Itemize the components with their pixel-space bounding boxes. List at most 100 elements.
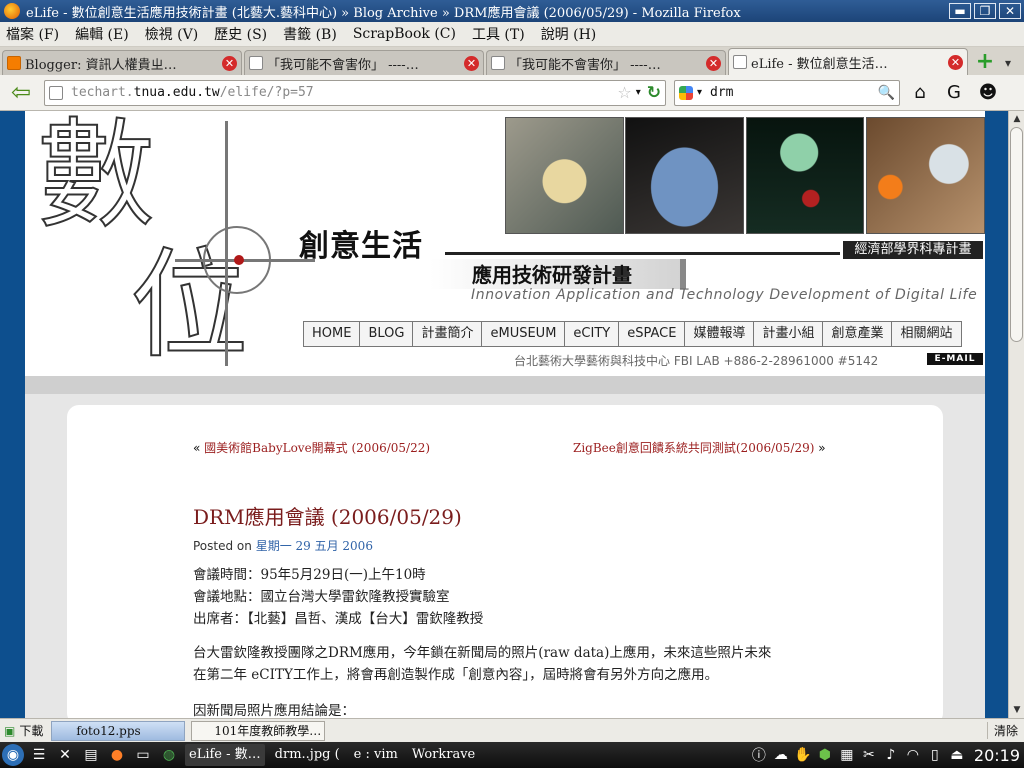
google-icon[interactable] [679, 85, 693, 100]
header-photo-installation [746, 117, 864, 234]
taskbar-window-image[interactable]: drm..jpg ( [271, 744, 344, 766]
nav-ecity[interactable]: eCITY [565, 322, 620, 346]
url-history-dropdown-icon[interactable]: ▾ [636, 87, 641, 98]
taskbar-window-firefox[interactable]: eLife - 數… [185, 744, 265, 766]
next-post-link[interactable]: ZigBee創意回饋系統共同測試(2006/05/29) [573, 441, 814, 455]
keyboard-layout-icon[interactable]: ▦ [837, 747, 857, 763]
bookmark-star-icon[interactable]: ☆ [617, 83, 631, 102]
site-subtitle: 應用技術研發計畫 [472, 263, 632, 287]
tab-list-chevron-icon[interactable]: ▾ [998, 51, 1018, 75]
taskbar-window-vim[interactable]: e : vim [350, 744, 402, 766]
terminal-icon[interactable]: ▭ [132, 744, 154, 766]
search-bar[interactable]: ▾ drm 🔍 [674, 79, 900, 106]
downloads-button[interactable]: ▣ 下載 [4, 722, 43, 739]
scissors-icon[interactable]: ✂ [859, 747, 879, 763]
scroll-down-icon[interactable]: ▼ [1009, 702, 1024, 718]
page-viewport: 數 位 創意生活 經濟部學界科專計畫 應用技術研發計畫 Innovation A… [0, 111, 1024, 718]
os-taskbar: ◉ ☰ ✕ ▤ ● ▭ ◍ eLife - 數… drm..jpg ( e : … [0, 742, 1024, 768]
tab-close-icon[interactable]: ✕ [706, 55, 721, 71]
tab-label: Blogger: 資訊人權貴ㄓ… [25, 57, 177, 73]
header-photo-projection [625, 117, 744, 234]
tab-article-2[interactable]: 「我可能不會害你」 ----… ✕ [486, 50, 726, 75]
firefox-launcher-icon[interactable]: ● [106, 744, 128, 766]
menu-edit[interactable]: 編輯 (E) [75, 24, 129, 44]
nav-espace[interactable]: eSPACE [619, 322, 686, 346]
post-container: « 國美術館BabyLove開幕式 (2006/05/22) ZigBee創意回… [67, 405, 943, 718]
ministry-badge: 經濟部學界科專計畫 [843, 241, 983, 259]
tools-icon[interactable]: ✕ [54, 744, 76, 766]
tab-close-icon[interactable]: ✕ [464, 55, 479, 71]
menu-bookmarks[interactable]: 書籤 (B) [283, 24, 337, 44]
url-text[interactable]: techart.tnua.edu.tw/elife/?p=57 [71, 85, 617, 100]
previous-post: « 國美術館BabyLove開幕式 (2006/05/22) [193, 439, 430, 456]
scroll-up-icon[interactable]: ▲ [1009, 111, 1024, 127]
search-input[interactable]: drm [710, 85, 878, 100]
wifi-icon[interactable]: ◠ [903, 747, 923, 763]
email-link[interactable]: E-MAIL [927, 353, 983, 365]
next-arrow: » [818, 441, 826, 455]
scrapbook-task[interactable]: foto12.pps [51, 720, 186, 741]
menu-history[interactable]: 歷史 (S) [214, 24, 267, 44]
back-arrow-icon[interactable]: ⇦ [6, 79, 36, 107]
previous-post-link[interactable]: 國美術館BabyLove開幕式 (2006/05/22) [204, 441, 430, 455]
menu-help[interactable]: 說明 (H) [541, 24, 597, 44]
new-tab-button[interactable]: + [972, 51, 998, 75]
tab-article-1[interactable]: 「我可能不會害你」 ----… ✕ [244, 50, 484, 75]
tab-elife[interactable]: eLife - 數位創意生活… ✕ [728, 48, 968, 75]
nav-media[interactable]: 媒體報導 [685, 322, 755, 346]
url-bar[interactable]: techart.tnua.edu.tw/elife/?p=57 ☆ ▾ ↻ [44, 79, 666, 106]
next-post: ZigBee創意回饋系統共同測試(2006/05/29) » [573, 439, 826, 456]
tab-close-icon[interactable]: ✕ [222, 55, 237, 71]
search-go-icon[interactable]: 🔍 [878, 85, 895, 101]
scrapbook-task[interactable]: 101年度教師教學… [191, 720, 326, 741]
menu-tools[interactable]: 工具 (T) [472, 24, 525, 44]
nav-creative-industry[interactable]: 創意產業 [823, 322, 893, 346]
minimize-button[interactable]: ▬ [949, 3, 971, 19]
header-divider [25, 376, 985, 394]
menu-file[interactable]: 檔案 (F) [6, 24, 59, 44]
english-tagline: Innovation Application and Technology De… [471, 287, 978, 303]
volume-icon[interactable]: ♪ [881, 747, 901, 763]
site-identity-icon[interactable] [49, 85, 63, 100]
maximize-button[interactable]: ❐ [974, 3, 996, 19]
start-menu-icon[interactable]: ◉ [2, 744, 24, 766]
scroll-thumb[interactable] [1010, 127, 1023, 342]
chrome-icon[interactable]: ◍ [158, 744, 180, 766]
clear-button[interactable]: 清除 [986, 722, 1024, 739]
nav-links[interactable]: 相關網站 [892, 322, 960, 346]
sheep-icon[interactable]: ☁ [771, 747, 791, 763]
gmail-icon[interactable]: G [940, 79, 968, 107]
hand-icon[interactable]: ✋ [793, 747, 813, 763]
menu-view[interactable]: 檢視 (V) [145, 24, 198, 44]
site-slogan: 創意生活 [299, 229, 423, 264]
post-date: 星期一 29 五月 2006 [255, 539, 373, 553]
home-icon[interactable]: ⌂ [906, 79, 934, 107]
web-page: 數 位 創意生活 經濟部學界科專計畫 應用技術研發計畫 Innovation A… [25, 111, 985, 718]
nav-about[interactable]: 計畫簡介 [413, 322, 483, 346]
tab-label: eLife - 數位創意生活… [751, 56, 888, 72]
workspace-switcher-icon[interactable]: ☰ [28, 744, 50, 766]
vertical-scrollbar[interactable]: ▲ ▼ [1008, 111, 1024, 718]
reload-icon[interactable]: ↻ [647, 83, 661, 103]
nav-team[interactable]: 計畫小組 [754, 322, 824, 346]
eject-icon[interactable]: ⏏ [947, 747, 967, 763]
clock[interactable]: 20:19 [974, 746, 1020, 765]
firefox-icon [4, 3, 20, 19]
nav-home[interactable]: HOME [304, 322, 361, 346]
nav-blog[interactable]: BLOG [360, 322, 414, 346]
status-bar: ▣ 下載 foto12.pps 101年度教師教學… 清除 [0, 718, 1024, 742]
posted-label: Posted on [193, 539, 252, 553]
clipboard-icon[interactable]: ▯ [925, 747, 945, 763]
post-title[interactable]: DRM應用會議 (2006/05/29) [193, 501, 462, 530]
shield-icon[interactable]: ⬢ [815, 747, 835, 763]
close-window-button[interactable]: ✕ [999, 3, 1021, 19]
taskbar-window-workrave[interactable]: Workrave [408, 744, 479, 766]
addon-face-icon[interactable]: ☻ [974, 79, 1002, 107]
nav-emuseum[interactable]: eMUSEUM [482, 322, 566, 346]
search-engine-dropdown-icon[interactable]: ▾ [697, 87, 702, 98]
file-manager-icon[interactable]: ▤ [80, 744, 102, 766]
tab-blogger[interactable]: Blogger: 資訊人權貴ㄓ… ✕ [2, 50, 242, 75]
info-icon[interactable]: ⓘ [749, 745, 769, 765]
tab-close-icon[interactable]: ✕ [948, 54, 963, 70]
menu-scrapbook[interactable]: ScrapBook (C) [353, 26, 456, 42]
